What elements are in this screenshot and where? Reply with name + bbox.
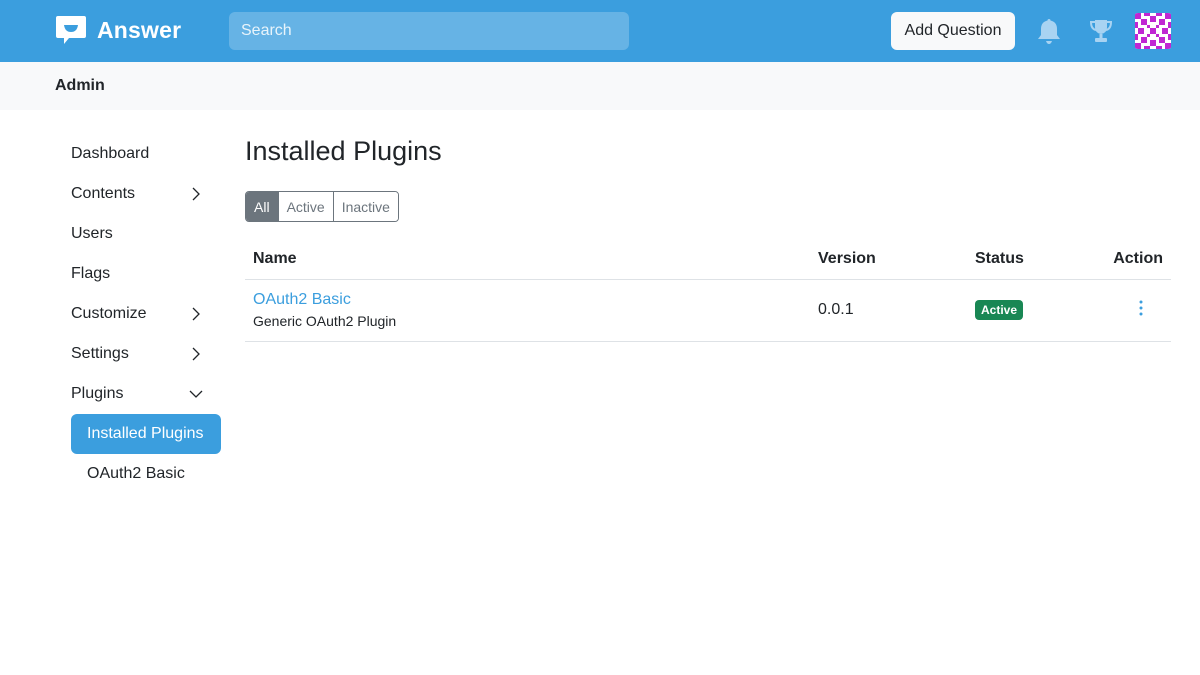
answer-logo-icon bbox=[55, 14, 87, 46]
sidebar-item-users[interactable]: Users bbox=[71, 214, 221, 254]
sidebar-item-label: Plugins bbox=[71, 385, 124, 402]
plugin-name-link[interactable]: OAuth2 Basic bbox=[253, 291, 802, 309]
table-row: OAuth2 Basic Generic OAuth2 Plugin 0.0.1… bbox=[245, 279, 1171, 342]
admin-sidebar: Dashboard Contents Users Flags Customize… bbox=[71, 134, 221, 494]
sidebar-item-label: Contents bbox=[71, 185, 136, 202]
user-avatar[interactable] bbox=[1134, 13, 1172, 49]
chevron-right-icon bbox=[192, 347, 200, 361]
trophy-icon[interactable] bbox=[1088, 17, 1114, 45]
add-question-button[interactable]: Add Question bbox=[891, 12, 1015, 50]
page-title: Installed Plugins bbox=[245, 136, 442, 166]
chevron-down-icon bbox=[189, 390, 203, 398]
filter-inactive-button[interactable]: Inactive bbox=[332, 192, 398, 221]
filter-all-button[interactable]: All bbox=[246, 192, 278, 221]
plugin-name-cell: OAuth2 Basic Generic OAuth2 Plugin bbox=[245, 279, 810, 342]
sidebar-subitem-oauth2-basic[interactable]: OAuth2 Basic bbox=[71, 454, 221, 494]
bell-icon[interactable] bbox=[1036, 17, 1062, 45]
admin-subheader: Admin bbox=[0, 62, 1200, 110]
table-header-row: Name Version Status Action bbox=[245, 240, 1171, 280]
status-badge: Active bbox=[975, 300, 1024, 320]
sidebar-item-label: Customize bbox=[71, 305, 147, 322]
plugins-table: Name Version Status Action OAuth2 Basic … bbox=[245, 240, 1171, 342]
chevron-right-icon bbox=[192, 187, 200, 201]
sidebar-item-label: Users bbox=[71, 225, 113, 242]
sidebar-item-settings[interactable]: Settings bbox=[71, 334, 221, 374]
sidebar-subitem-installed-plugins[interactable]: Installed Plugins bbox=[71, 414, 221, 454]
column-header-version: Version bbox=[810, 240, 967, 280]
chevron-right-icon bbox=[192, 307, 200, 321]
sidebar-item-label: Settings bbox=[71, 345, 129, 362]
column-header-action: Action bbox=[1097, 240, 1171, 280]
sidebar-item-label: Flags bbox=[71, 265, 111, 282]
plugin-action-cell bbox=[1097, 279, 1171, 342]
column-header-name: Name bbox=[245, 240, 810, 280]
top-navbar: Answer Add Question bbox=[0, 0, 1200, 62]
sidebar-item-label: Dashboard bbox=[71, 145, 150, 162]
column-header-status: Status bbox=[967, 240, 1097, 280]
main-content: Installed Plugins All Active Inactive Na… bbox=[245, 134, 1171, 342]
sidebar-item-customize[interactable]: Customize bbox=[71, 294, 221, 334]
plugin-description: Generic OAuth2 Plugin bbox=[253, 313, 397, 329]
brand-name: Answer bbox=[97, 16, 182, 43]
plugin-version: 0.0.1 bbox=[810, 279, 967, 342]
sidebar-item-dashboard[interactable]: Dashboard bbox=[71, 134, 221, 174]
more-actions-icon[interactable] bbox=[1131, 298, 1151, 318]
sidebar-item-plugins[interactable]: Plugins bbox=[71, 374, 221, 414]
sidebar-item-contents[interactable]: Contents bbox=[71, 174, 221, 214]
brand-logo-link[interactable]: Answer bbox=[55, 14, 181, 46]
status-filter-group: All Active Inactive bbox=[245, 191, 399, 222]
plugin-status-cell: Active bbox=[967, 279, 1097, 342]
sidebar-item-flags[interactable]: Flags bbox=[71, 254, 221, 294]
search-input[interactable] bbox=[229, 12, 629, 50]
filter-active-button[interactable]: Active bbox=[277, 192, 333, 221]
admin-title: Admin bbox=[55, 77, 105, 94]
